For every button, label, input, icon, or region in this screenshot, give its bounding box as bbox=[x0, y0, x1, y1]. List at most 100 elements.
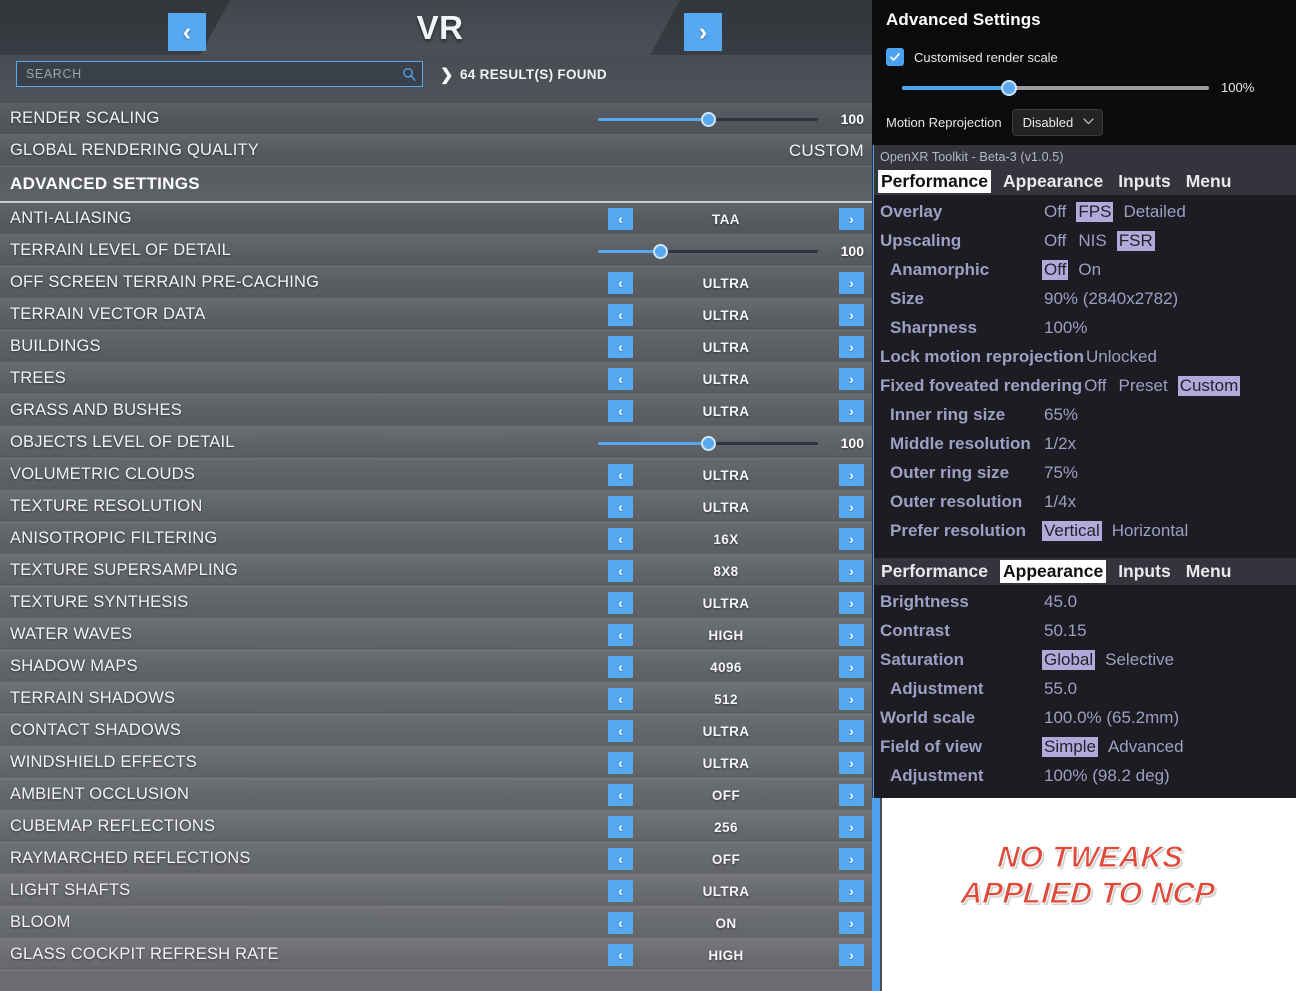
openxr-option[interactable]: Advanced bbox=[1106, 737, 1186, 757]
openxr-option-selected[interactable]: Off bbox=[1042, 259, 1069, 280]
openxr-option-selected[interactable]: Global bbox=[1042, 649, 1096, 670]
openxr-option[interactable]: 100.0% (65.2mm) bbox=[1042, 708, 1181, 728]
spinner-next-button[interactable]: › bbox=[839, 720, 864, 742]
openxr-option[interactable]: Off bbox=[1082, 376, 1108, 396]
slider-track[interactable] bbox=[598, 436, 818, 451]
search-input[interactable] bbox=[17, 67, 396, 81]
motion-reprojection-dropdown[interactable]: Disabled bbox=[1011, 109, 1104, 136]
openxr-option-selected[interactable]: Simple bbox=[1042, 736, 1098, 757]
spinner-prev-button[interactable]: ‹ bbox=[608, 656, 633, 678]
spinner-prev-button[interactable]: ‹ bbox=[608, 624, 633, 646]
spinner-prev-button[interactable]: ‹ bbox=[608, 752, 633, 774]
spinner-prev-button[interactable]: ‹ bbox=[608, 944, 633, 966]
openxr-option[interactable]: 1/4x bbox=[1042, 492, 1078, 512]
spinner-next-button[interactable]: › bbox=[839, 304, 864, 326]
spinner-next-button[interactable]: › bbox=[839, 784, 864, 806]
tab-menu[interactable]: Menu bbox=[1183, 560, 1235, 583]
spinner-next-button[interactable]: › bbox=[839, 656, 864, 678]
spinner-next-button[interactable]: › bbox=[839, 336, 864, 358]
slider-knob[interactable] bbox=[652, 244, 668, 259]
spinner-next-button[interactable]: › bbox=[839, 496, 864, 518]
openxr-option[interactable]: 100% (98.2 deg) bbox=[1042, 766, 1172, 786]
spinner-next-button[interactable]: › bbox=[839, 400, 864, 422]
spinner-prev-button[interactable]: ‹ bbox=[608, 816, 633, 838]
spinner-next-button[interactable]: › bbox=[839, 592, 864, 614]
openxr-option[interactable]: Horizontal bbox=[1110, 521, 1191, 541]
slider-track[interactable] bbox=[598, 244, 818, 259]
openxr-option[interactable]: 100% bbox=[1042, 318, 1089, 338]
spinner-next-button[interactable]: › bbox=[839, 880, 864, 902]
openxr-option[interactable]: Preset bbox=[1117, 376, 1170, 396]
spinner-prev-button[interactable]: ‹ bbox=[608, 880, 633, 902]
tab-inputs[interactable]: Inputs bbox=[1115, 560, 1174, 583]
slider-track[interactable] bbox=[598, 112, 818, 127]
spinner-next-button[interactable]: › bbox=[839, 528, 864, 550]
spinner-prev-button[interactable]: ‹ bbox=[608, 912, 633, 934]
openxr-option[interactable]: Off bbox=[1042, 231, 1068, 251]
spinner-next-button[interactable]: › bbox=[839, 912, 864, 934]
tab-performance[interactable]: Performance bbox=[878, 170, 991, 193]
openxr-option-selected[interactable]: Vertical bbox=[1042, 520, 1102, 541]
spinner-prev-button[interactable]: ‹ bbox=[608, 400, 633, 422]
openxr-option[interactable]: Off bbox=[1042, 202, 1068, 222]
tab-menu[interactable]: Menu bbox=[1183, 170, 1235, 193]
search-box[interactable] bbox=[16, 61, 423, 87]
render-scale-slider-row[interactable]: 100% bbox=[886, 79, 1282, 96]
spinner-next-button[interactable]: › bbox=[839, 272, 864, 294]
spinner-next-button[interactable]: › bbox=[839, 944, 864, 966]
tab-appearance[interactable]: Appearance bbox=[1000, 560, 1107, 583]
next-page-button[interactable]: › bbox=[684, 13, 722, 51]
spinner-next-button[interactable]: › bbox=[839, 848, 864, 870]
openxr-option-selected[interactable]: FSR bbox=[1116, 230, 1155, 251]
spinner-prev-button[interactable]: ‹ bbox=[608, 336, 633, 358]
prev-page-button[interactable]: ‹ bbox=[168, 13, 206, 51]
openxr-option[interactable]: Detailed bbox=[1121, 202, 1187, 222]
spinner-prev-button[interactable]: ‹ bbox=[608, 208, 633, 230]
spinner-prev-button[interactable]: ‹ bbox=[608, 720, 633, 742]
spinner-prev-button[interactable]: ‹ bbox=[608, 688, 633, 710]
openxr-option[interactable]: 1/2x bbox=[1042, 434, 1078, 454]
spinner-next-button[interactable]: › bbox=[839, 816, 864, 838]
openxr-option[interactable]: Unlocked bbox=[1084, 347, 1159, 367]
spinner-prev-button[interactable]: ‹ bbox=[608, 560, 633, 582]
spinner-prev-button[interactable]: ‹ bbox=[608, 784, 633, 806]
openxr-option[interactable]: 50.15 bbox=[1042, 621, 1089, 641]
openxr-option[interactable]: Selective bbox=[1103, 650, 1176, 670]
spinner-next-button[interactable]: › bbox=[839, 688, 864, 710]
spinner-prev-button[interactable]: ‹ bbox=[608, 368, 633, 390]
openxr-option-selected[interactable]: Custom bbox=[1177, 375, 1241, 396]
openxr-option[interactable]: NIS bbox=[1076, 231, 1108, 251]
setting-slider[interactable]: 100 bbox=[580, 103, 880, 135]
openxr-option-selected[interactable]: FPS bbox=[1076, 201, 1114, 222]
setting-slider[interactable]: 100 bbox=[580, 235, 880, 267]
spinner-next-button[interactable]: › bbox=[839, 208, 864, 230]
openxr-option[interactable]: 90% (2840x2782) bbox=[1042, 289, 1180, 309]
customised-render-scale-row[interactable]: Customised render scale bbox=[886, 48, 1282, 66]
spinner-next-button[interactable]: › bbox=[839, 560, 864, 582]
openxr-option[interactable]: 55.0 bbox=[1042, 679, 1079, 699]
openxr-option[interactable]: 75% bbox=[1042, 463, 1080, 483]
tab-appearance[interactable]: Appearance bbox=[1000, 170, 1106, 193]
tab-inputs[interactable]: Inputs bbox=[1115, 170, 1174, 193]
render-scale-slider-knob[interactable] bbox=[1001, 79, 1018, 96]
setting-slider[interactable]: 100 bbox=[580, 427, 880, 459]
render-scale-slider-track[interactable] bbox=[902, 79, 1209, 96]
spinner-prev-button[interactable]: ‹ bbox=[608, 304, 633, 326]
spinner-next-button[interactable]: › bbox=[839, 752, 864, 774]
slider-knob[interactable] bbox=[701, 112, 716, 127]
openxr-option[interactable]: On bbox=[1076, 260, 1103, 280]
openxr-option[interactable]: 45.0 bbox=[1042, 592, 1079, 612]
slider-knob[interactable] bbox=[701, 436, 716, 451]
openxr-option[interactable]: 65% bbox=[1042, 405, 1080, 425]
right-scrollbar-thumb[interactable] bbox=[872, 798, 880, 991]
spinner-prev-button[interactable]: ‹ bbox=[608, 592, 633, 614]
spinner-prev-button[interactable]: ‹ bbox=[608, 496, 633, 518]
spinner-prev-button[interactable]: ‹ bbox=[608, 272, 633, 294]
spinner-next-button[interactable]: › bbox=[839, 368, 864, 390]
customised-render-scale-checkbox[interactable] bbox=[886, 48, 904, 66]
spinner-next-button[interactable]: › bbox=[839, 464, 864, 486]
spinner-next-button[interactable]: › bbox=[839, 624, 864, 646]
tab-performance[interactable]: Performance bbox=[878, 560, 991, 583]
spinner-prev-button[interactable]: ‹ bbox=[608, 464, 633, 486]
spinner-prev-button[interactable]: ‹ bbox=[608, 848, 633, 870]
